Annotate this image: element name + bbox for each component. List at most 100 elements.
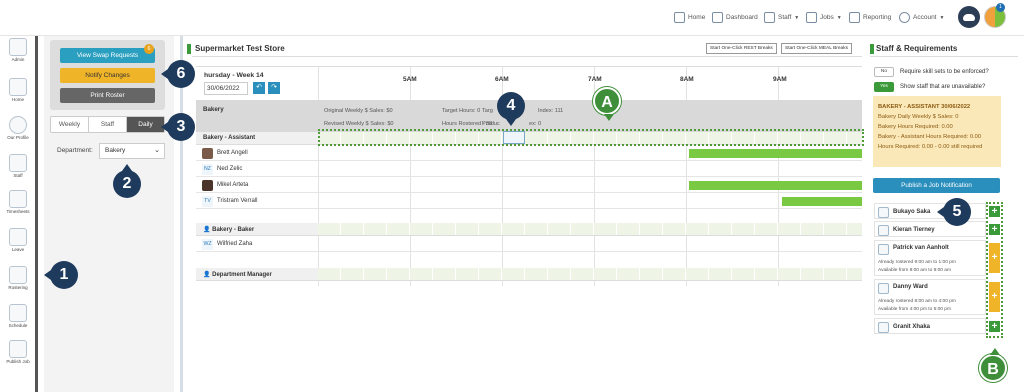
staff-row-label[interactable]: Mikel Arteta	[202, 178, 248, 192]
undo-arrow-icon: ↶	[256, 84, 262, 91]
chevron-down-icon: ▼	[939, 14, 945, 21]
view-swap-requests-button[interactable]: View Swap Requests	[60, 48, 155, 63]
staff-row-label[interactable]: WZ Wilfried Zaha	[202, 237, 252, 251]
date-input[interactable]: 30/06/2022	[204, 82, 248, 95]
publish-job-notification-button[interactable]: Publish a Job Notification	[873, 178, 1000, 193]
candidate-name: Bukayo Saka	[893, 209, 931, 215]
rail-item-home[interactable]: Home	[6, 78, 30, 102]
rail-item-publish-job[interactable]: Publish Job	[6, 340, 30, 364]
highlight-open-shifts	[318, 129, 864, 146]
store-title: Supermarket Test Store	[187, 44, 285, 54]
group-header-department-manager: 👤 Department Manager	[196, 268, 862, 281]
main-divider	[180, 36, 183, 392]
rest-breaks-button[interactable]: Start One-Click REST Breaks	[706, 43, 777, 54]
group-name: 👤 Bakery - Baker	[203, 227, 255, 233]
candidate-detail: Available from 8:00 am to 9:00 am	[878, 268, 951, 273]
nav-account[interactable]: Account ▼	[899, 12, 944, 23]
department-select[interactable]: Bakery ⌄	[99, 143, 165, 159]
cloud-icon[interactable]	[958, 6, 980, 28]
top-navigation: Home Dashboard Staff ▼ Jobs ▼ Reporting Ac…	[0, 0, 1024, 36]
avatar	[202, 147, 213, 159]
callout-4: 4	[497, 92, 525, 126]
candidate-name: Danny Ward	[893, 284, 928, 290]
open-shift-cells[interactable]	[318, 223, 862, 235]
callout-a: A	[593, 87, 621, 121]
grid-top-border	[196, 66, 862, 67]
nav-jobs[interactable]: Jobs ▼	[806, 12, 842, 23]
meal-breaks-button[interactable]: Start One-Click MEAL Breaks	[781, 43, 852, 54]
tab-staff[interactable]: Staff	[89, 117, 127, 132]
target-hours: Target Hours: 0	[442, 108, 481, 114]
group-name: Bakery - Assistant	[203, 135, 256, 141]
callout-3: 3	[161, 113, 195, 141]
next-day-button[interactable]: ↷	[268, 82, 280, 94]
rail-item-admin[interactable]: Admin	[6, 38, 30, 62]
skill-enforce-label: Require skill sets to be enforced?	[900, 69, 989, 75]
note-line: Bakery Hours Required: 0.00	[878, 124, 953, 130]
requirements-note: BAKERY - ASSISTANT 30/06/2022 Bakery Dai…	[873, 96, 1001, 167]
staff-row-label[interactable]: NZ Ned Zelic	[202, 162, 242, 176]
callout-6: 6	[161, 60, 195, 88]
shift-bar[interactable]	[782, 197, 862, 206]
hour-label: 7AM	[588, 76, 602, 83]
account-icon	[899, 12, 910, 23]
reporting-icon	[849, 12, 860, 23]
candidate-card: Danny Ward Already rostered 8:00 am to 4…	[874, 279, 986, 315]
rail-item-timesheets[interactable]: Timesheets	[6, 190, 30, 214]
left-rail: Admin Home Our Profile Staff Timesheets …	[0, 36, 34, 392]
staff-row-label[interactable]: TV Tristram Verrall	[202, 194, 257, 208]
rail-item-staff[interactable]: Staff	[6, 154, 30, 178]
revised-sales: Revised Weekly $ Sales: $0	[324, 121, 394, 127]
candidate-name: Kieran Tierney	[893, 227, 935, 233]
person-icon: 👤	[203, 227, 213, 233]
notification-badge: 1	[996, 3, 1005, 12]
notify-changes-button[interactable]: Notify Changes	[60, 68, 155, 83]
rail-item-leave[interactable]: Leave	[6, 228, 30, 252]
rail-item-rostering[interactable]: Rostering	[6, 266, 30, 290]
highlight-add-buttons	[986, 202, 1003, 338]
shift-bar[interactable]	[689, 149, 862, 158]
prev-day-button[interactable]: ↶	[253, 82, 265, 94]
candidate-detail: Already rostered 9:00 am to 1:00 pm	[878, 260, 956, 265]
shift-bar[interactable]	[689, 181, 862, 190]
hour-label: 6AM	[495, 76, 509, 83]
group-name: 👤 Department Manager	[203, 272, 272, 278]
callout-1: 1	[44, 261, 78, 289]
view-tabs: Weekly Staff Daily	[50, 116, 165, 133]
staff-row-label[interactable]: Brett Angell	[202, 146, 248, 160]
admin-icon	[9, 38, 27, 56]
user-icon	[878, 207, 889, 218]
show-unavailable-label: Show staff that are unavailable?	[900, 84, 986, 90]
user-icon	[878, 225, 889, 236]
note-line: Bakery Daily Weekly $ Sales: 0	[878, 114, 959, 120]
user-icon	[878, 322, 889, 333]
tab-weekly[interactable]: Weekly	[51, 117, 89, 132]
nav-home[interactable]: Home	[674, 12, 705, 23]
open-shift-cells[interactable]	[318, 268, 862, 280]
title-divider	[192, 56, 862, 57]
nav-reporting[interactable]: Reporting	[849, 12, 891, 23]
candidate-card: Granit Xhaka	[874, 318, 986, 334]
rail-item-schedule[interactable]: Schedule	[6, 304, 30, 328]
nav-dashboard[interactable]: Dashboard	[712, 12, 758, 23]
index-value: Index: 111	[538, 108, 564, 114]
show-unavailable-toggle[interactable]: Yes	[874, 82, 894, 92]
print-roster-button[interactable]: Print Roster	[60, 88, 155, 103]
candidate-detail: Already rostered 8:00 am to 4:00 pm	[878, 299, 956, 304]
rostering-icon	[9, 266, 27, 284]
skill-enforce-toggle[interactable]: No	[874, 67, 894, 77]
tab-daily[interactable]: Daily	[127, 117, 164, 132]
home-icon	[9, 78, 27, 96]
jobs-icon	[806, 12, 817, 23]
candidate-name: Granit Xhaka	[893, 324, 931, 330]
profile-icon	[9, 116, 27, 134]
product-index: ex: 0	[529, 121, 542, 127]
original-sales: Original Weekly $ Sales: $0	[324, 108, 393, 114]
redo-arrow-icon: ↷	[271, 84, 277, 91]
rail-item-our-profile[interactable]: Our Profile	[6, 116, 30, 140]
hour-label: 8AM	[680, 76, 694, 83]
department-summary-row: Bakery Original Weekly $ Sales: $0 Targe…	[196, 100, 862, 132]
nav-staff[interactable]: Staff ▼	[764, 12, 799, 23]
candidate-card: Patrick van Aanholt Already rostered 9:0…	[874, 240, 986, 276]
chevron-down-icon: ▼	[794, 14, 800, 21]
